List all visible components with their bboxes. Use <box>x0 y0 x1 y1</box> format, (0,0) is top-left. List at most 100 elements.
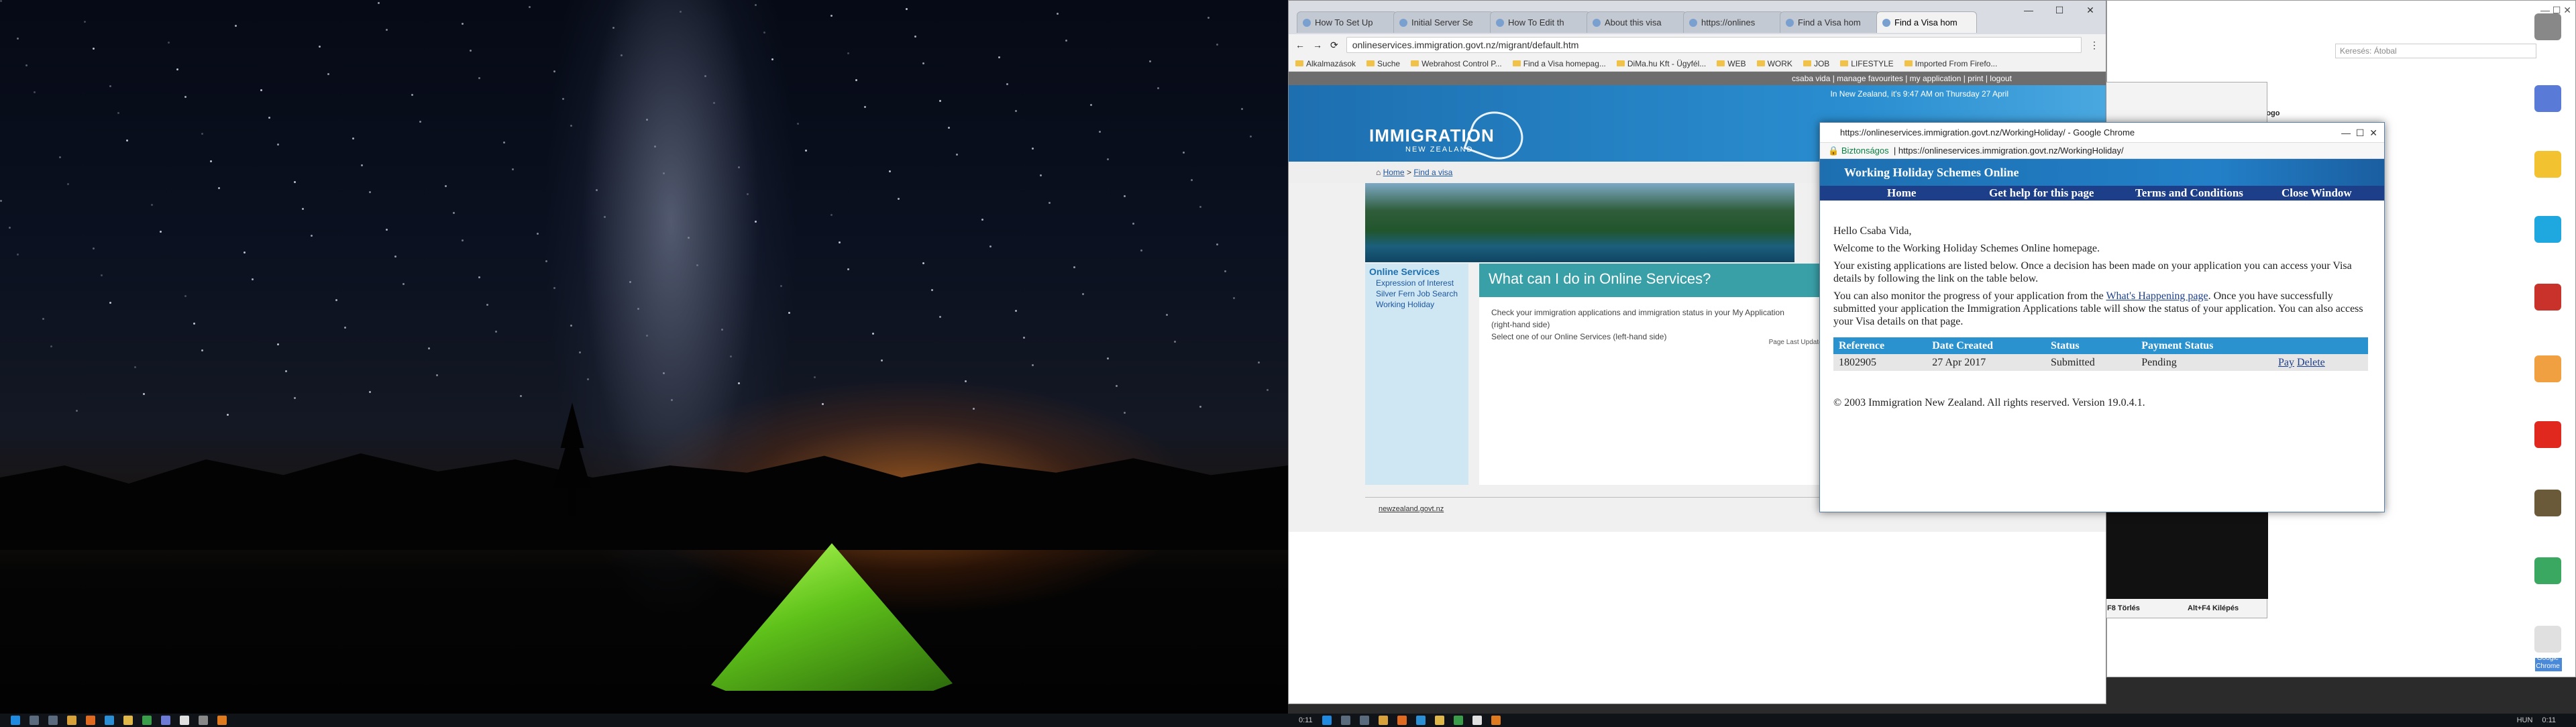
bookmark-item[interactable]: Imported From Firefo... <box>1904 59 1997 68</box>
star <box>973 407 975 410</box>
app-icon[interactable] <box>1453 716 1463 725</box>
desktop-icon-8[interactable]: GlassWire <box>2524 557 2571 594</box>
star <box>302 208 304 210</box>
folder-icon <box>1366 60 1375 66</box>
bookmark-item[interactable]: LIFESTYLE <box>1840 59 1894 68</box>
task-view-icon[interactable] <box>1359 716 1369 725</box>
star <box>117 112 119 115</box>
chrome-icon[interactable] <box>180 716 189 725</box>
reload-icon[interactable]: ⟳ <box>1330 40 1338 51</box>
app-icon[interactable] <box>86 716 95 725</box>
folder-icon <box>1512 60 1521 66</box>
menu-icon[interactable]: ⋮ <box>2090 40 2099 51</box>
star <box>1081 293 1084 296</box>
bookmark-item[interactable]: JOB <box>1803 59 1829 68</box>
desktop-icon-2[interactable]: PowerISO <box>2524 151 2571 188</box>
task-view-icon[interactable] <box>48 716 58 725</box>
nav-home[interactable]: Home <box>1887 186 1916 201</box>
bookmark-item[interactable]: WEB <box>1717 59 1746 68</box>
star <box>595 189 598 192</box>
star <box>922 62 924 64</box>
app-icon[interactable] <box>67 716 76 725</box>
col-reference: Reference <box>1833 337 1927 354</box>
app-icon[interactable] <box>1415 716 1426 725</box>
taskbar-clock-left: 0:11 <box>1299 716 1313 724</box>
bookmark-item[interactable]: WORK <box>1756 59 1792 68</box>
desktop-icon-4[interactable]: Acrobat Reader DC <box>2524 284 2571 329</box>
sidebar-item-working-holiday[interactable]: Working Holiday <box>1376 300 1464 309</box>
crumb-current[interactable]: Find a visa <box>1413 168 1452 177</box>
app-icon[interactable] <box>142 716 152 725</box>
nav-close[interactable]: Close Window <box>2282 186 2352 201</box>
chrome-icon[interactable] <box>1472 716 1482 725</box>
tab-4[interactable]: https://onlines <box>1683 11 1784 33</box>
address-bar-row: ← → ⟳ onlineservices.immigration.govt.nz… <box>1289 34 2106 56</box>
desktop-icon-0[interactable]: Lomtár <box>2524 13 2571 50</box>
star <box>1048 201 1051 204</box>
search-input[interactable]: Keresés: Átobal <box>2335 44 2536 58</box>
lock-icon: 🔒 <box>1828 146 1839 156</box>
vlc-icon[interactable] <box>217 716 227 725</box>
star <box>654 146 656 148</box>
bookmark-item[interactable]: DiMa.hu Kft - Ügyfél... <box>1616 59 1706 68</box>
tab-label: How To Edit th <box>1508 17 1564 27</box>
search-icon[interactable] <box>1340 716 1350 725</box>
bookmark-item[interactable]: Alkalmazások <box>1295 59 1356 68</box>
app-icon[interactable] <box>199 716 208 725</box>
omnibox[interactable]: onlineservices.immigration.govt.nz/migra… <box>1346 37 2082 53</box>
star <box>1115 384 1118 387</box>
folder-icon[interactable] <box>1434 716 1444 725</box>
nav-terms[interactable]: Terms and Conditions <box>2135 186 2243 201</box>
bookmark-item[interactable]: Find a Visa homepag... <box>1512 59 1606 68</box>
star <box>939 99 941 102</box>
app-icon <box>2534 489 2561 516</box>
tab-5[interactable]: Find a Visa hom <box>1780 11 1880 33</box>
popup-address: 🔒 Biztonságos | https://onlineservices.i… <box>1820 143 2384 159</box>
window-controls[interactable]: — ☐ ✕ <box>2341 123 2377 143</box>
star <box>293 397 296 400</box>
back-icon[interactable]: ← <box>1295 40 1305 50</box>
bookmark-item[interactable]: Webrahost Control P... <box>1411 59 1502 68</box>
app-icon[interactable] <box>1397 716 1407 725</box>
bookmark-item[interactable]: Suche <box>1366 59 1400 68</box>
close-icon[interactable]: ✕ <box>2075 1 2106 21</box>
star <box>679 10 682 13</box>
app-icon[interactable] <box>1378 716 1388 725</box>
delete-link[interactable]: Delete <box>2297 357 2325 368</box>
star <box>1014 309 1017 312</box>
star <box>662 372 665 374</box>
whats-happening-link[interactable]: What's Happening page <box>2106 290 2208 302</box>
user-bar[interactable]: csaba vida | manage favourites | my appl… <box>1289 72 2106 85</box>
app-icon[interactable] <box>105 716 114 725</box>
language-indicator[interactable]: HUN <box>2517 716 2533 724</box>
sidebar-item-silver-fern[interactable]: Silver Fern Job Search <box>1376 289 1464 298</box>
crumb-home[interactable]: Home <box>1383 168 1405 177</box>
popup-url[interactable]: https://onlineservices.immigration.govt.… <box>1898 146 2124 156</box>
desktop-icon-1[interactable]: EPUB File Reader <box>2524 85 2571 130</box>
nav-help[interactable]: Get help for this page <box>1989 186 2094 201</box>
desktop-icon-3[interactable]: Skype <box>2524 215 2571 253</box>
start-icon[interactable] <box>1322 716 1332 725</box>
desktop-icon-9[interactable]: Google Chrome <box>2524 625 2571 671</box>
start-icon[interactable] <box>11 716 20 725</box>
vlc-icon[interactable] <box>1491 716 1501 725</box>
tab-2[interactable]: How To Edit th <box>1490 11 1591 33</box>
tab-0[interactable]: How To Set Up <box>1297 11 1397 33</box>
tab-1[interactable]: Initial Server Se <box>1393 11 1494 33</box>
desktop-icon-5[interactable]: Winamp <box>2524 355 2571 392</box>
star <box>235 25 237 27</box>
folder-icon[interactable] <box>123 716 133 725</box>
tab-3[interactable]: About this visa <box>1587 11 1687 33</box>
star <box>268 116 270 119</box>
tab-6[interactable]: Find a Visa hom <box>1876 11 1977 33</box>
star <box>444 184 447 187</box>
sidebar-item-eoi[interactable]: Expression of Interest <box>1376 278 1464 288</box>
app-icon[interactable] <box>161 716 170 725</box>
desktop-icon-7[interactable]: calibre 64bit - E-book ma... <box>2524 489 2571 535</box>
pay-link[interactable]: Pay <box>2278 357 2294 368</box>
maximize-icon[interactable]: ☐ <box>2044 1 2075 21</box>
forward-icon[interactable]: → <box>1313 40 1322 50</box>
desktop-icon-6[interactable]: Adobe Creati... <box>2524 421 2571 458</box>
search-icon[interactable] <box>30 716 39 725</box>
minimize-icon[interactable]: — <box>2013 1 2044 21</box>
